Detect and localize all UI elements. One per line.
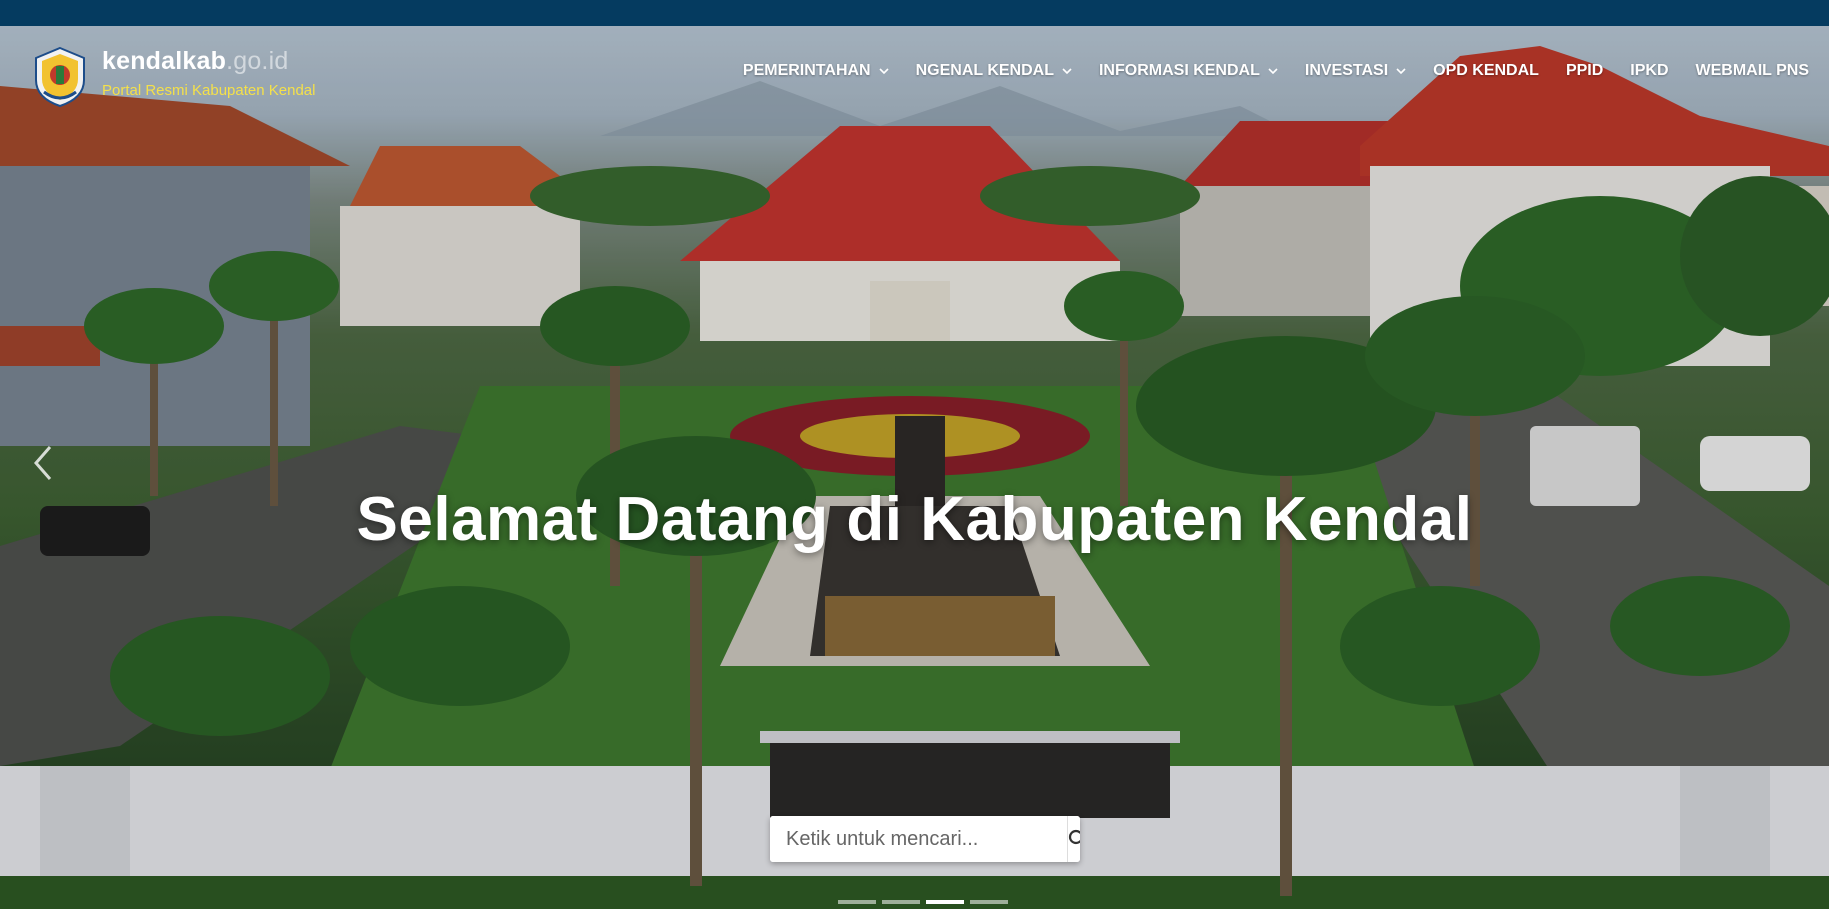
nav-item-label: OPD KENDAL	[1433, 62, 1539, 79]
chevron-down-icon	[1396, 68, 1406, 75]
nav-item-investasi[interactable]: INVESTASI	[1305, 62, 1406, 80]
nav-item-ngenal-kendal[interactable]: NGENAL KENDAL	[916, 62, 1072, 80]
carousel-indicator[interactable]	[838, 900, 876, 904]
carousel-indicator-active[interactable]	[926, 900, 964, 904]
hero-banner: kendalkab.go.id Portal Resmi Kabupaten K…	[0, 26, 1829, 909]
search-input[interactable]	[770, 816, 1067, 862]
hero-headline: Selamat Datang di Kabupaten Kendal	[356, 485, 1473, 554]
nav-item-ipkd[interactable]: IPKD	[1630, 62, 1668, 80]
nav-item-ppid[interactable]: PPID	[1566, 62, 1603, 80]
nav-item-informasi-kendal[interactable]: INFORMASI KENDAL	[1099, 62, 1278, 80]
kendal-emblem-icon	[35, 46, 85, 108]
nav-item-opd-kendal[interactable]: OPD KENDAL	[1433, 62, 1539, 80]
nav-item-pemerintahan[interactable]: PEMERINTAHAN	[743, 62, 889, 80]
brand-name: kendalkab.go.id	[102, 47, 289, 75]
main-navigation: PEMERINTAHAN NGENAL KENDAL INFORMASI KEN…	[716, 62, 1809, 80]
site-logo[interactable]: kendalkab.go.id Portal Resmi Kabupaten K…	[32, 46, 315, 108]
nav-item-label: PEMERINTAHAN	[742, 62, 871, 79]
carousel-indicator[interactable]	[882, 900, 920, 904]
nav-item-label: IPKD	[1630, 62, 1669, 79]
chevron-down-icon	[1268, 68, 1278, 75]
nav-item-label: PPID	[1565, 62, 1604, 79]
nav-item-label: INFORMASI KENDAL	[1098, 62, 1260, 79]
search-icon	[1068, 829, 1080, 845]
hero-overlay	[0, 26, 1829, 909]
carousel-indicators	[838, 900, 1014, 904]
carousel-indicator[interactable]	[970, 900, 1008, 904]
chevron-left-icon[interactable]	[30, 443, 56, 483]
chevron-down-icon	[879, 68, 889, 75]
chevron-down-icon	[1062, 68, 1072, 75]
nav-item-label: NGENAL KENDAL	[915, 62, 1054, 79]
nav-item-webmail-pns[interactable]: WEBMAIL PNS	[1696, 62, 1809, 80]
search-button[interactable]	[1067, 816, 1080, 862]
top-bar	[0, 0, 1829, 26]
nav-item-label: WEBMAIL PNS	[1695, 62, 1809, 79]
brand-domain: .go.id	[226, 47, 289, 75]
brand-tagline: Portal Resmi Kabupaten Kendal	[102, 82, 316, 99]
nav-item-label: INVESTASI	[1304, 62, 1389, 79]
search-bar	[770, 816, 1080, 862]
